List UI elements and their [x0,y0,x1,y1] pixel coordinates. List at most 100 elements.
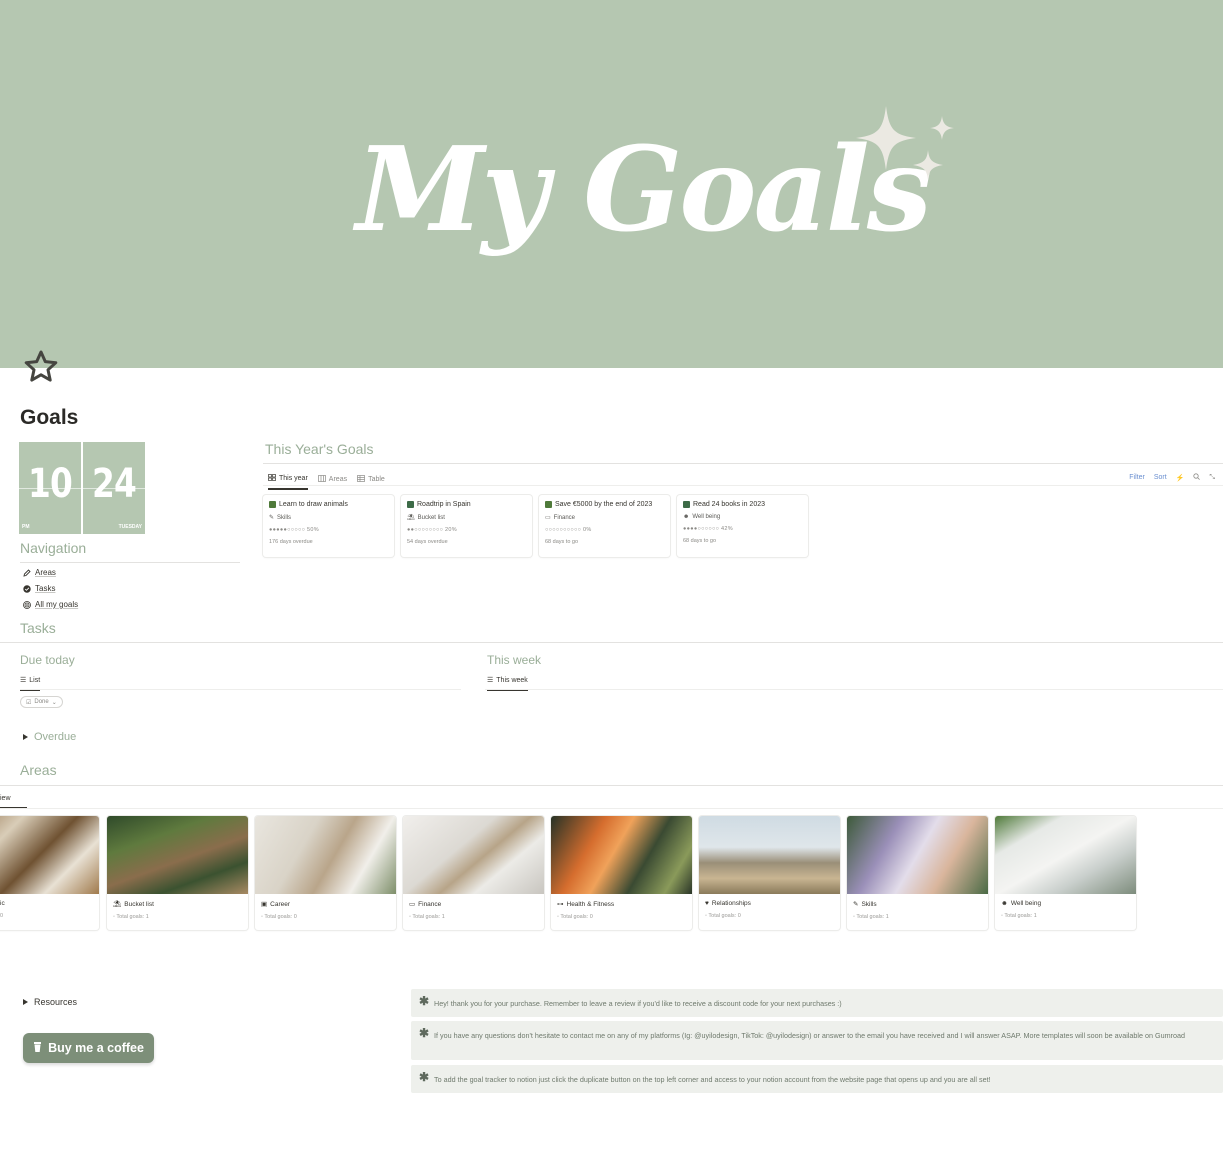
this-week-heading: This week [487,653,542,667]
area-count-row: ◦ Total goals: 0 [261,914,297,920]
navigation-heading: Navigation [20,540,87,556]
nav-item-label: Tasks [35,584,56,593]
map-icon [407,501,414,508]
checkbox-icon: ☑ [26,699,32,706]
goal-card[interactable]: Learn to draw animals ✎ Skills ●●●●●○○○○○… [263,495,394,557]
areas-view-tabs: iew [0,795,27,809]
cover-image: My Goals [0,0,1223,368]
area-count: Total goals: 1 [1004,913,1037,919]
tab-label: List [29,676,41,684]
briefcase-icon: ▣ [261,901,268,908]
overdue-label: Overdue [34,731,77,743]
goal-title: Roadtrip in Spain [417,501,471,508]
cash-icon: ▭ [545,515,551,521]
area-card[interactable]: ic 0 [0,816,99,930]
automation-icon[interactable]: ⚡ [1176,474,1185,482]
goal-progress: ●●○○○○○○○○ 20% [407,527,457,533]
area-card[interactable]: ⛱ Bucket list ◦ Total goals: 1 [107,816,248,930]
page-title: Goals [20,406,79,429]
area-name-row: ⛱ Bucket list [113,900,248,909]
area-count-row: ◦ Total goals: 0 [705,913,741,919]
goals-heading: This Year's Goals [265,441,374,457]
coffee-cup-icon [33,1041,42,1056]
area-name: Well being [1010,900,1042,907]
tab-table[interactable]: Table [357,474,385,490]
divider [0,642,1223,643]
callout-text: If you have any questions don't hesitate… [434,1031,1185,1040]
nav-item-all-goals[interactable]: All my goals [22,600,78,609]
area-card[interactable]: ✎ Skills ◦ Total goals: 1 [847,816,988,930]
goal-area-name: Finance [553,514,576,521]
table-icon [357,475,365,484]
area-cover-image [847,816,988,894]
area-cover-image [0,816,99,894]
chevron-down-icon: ⌄ [51,699,57,706]
nav-item-areas[interactable]: Areas [22,568,56,577]
goal-area-name: Well being [692,514,721,520]
area-count-row: ◦ Total goals: 1 [409,914,445,920]
area-count: Total goals: 1 [856,914,889,920]
area-count: Total goals: 0 [708,913,741,919]
target-icon [22,600,31,609]
goal-title-row: Learn to draw animals [269,501,388,508]
cover-title: My Goals [356,122,932,258]
filter-button[interactable]: Filter [1129,474,1145,481]
goal-area: ☻ Well being [683,514,802,520]
person-icon: ☻ [1001,900,1008,907]
goal-card[interactable]: Roadtrip in Spain ⛱ Bucket list ●●○○○○○○○… [401,495,532,557]
divider [83,488,145,489]
tab-this-year[interactable]: This year [268,474,308,490]
goal-area: ▭ Finance [545,514,664,522]
dumbbell-icon: ⊶ [557,901,564,908]
area-cover-image [699,816,840,894]
goal-card[interactable]: Save €5000 by the end of 2023 ▭ Finance ○… [539,495,670,557]
list-icon: ☰ [20,677,27,684]
buy-coffee-button[interactable]: Buy me a coffee [23,1033,154,1063]
star-outline-icon[interactable] [22,348,60,386]
asterisk-icon: ✱ [419,994,430,1008]
cash-icon: ▭ [409,901,416,908]
search-icon[interactable] [1193,473,1201,482]
view-toolbar: Filter Sort ⚡ ⤡ [1129,473,1215,482]
filter-label: Done [34,699,49,705]
area-count: Total goals: 1 [116,914,149,920]
goal-area: ✎ Skills [269,514,388,522]
overdue-toggle[interactable]: Overdue [23,731,76,743]
nav-item-tasks[interactable]: Tasks [22,584,55,593]
goal-card[interactable]: Read 24 books in 2023 ☻ Well being ●●●●○○… [677,495,808,557]
money-icon [545,501,552,508]
goal-area: ⛱ Bucket list [407,514,526,522]
divider [20,562,240,563]
callout-contact: ✱ If you have any questions don't hesita… [411,1021,1223,1060]
expand-icon[interactable]: ⤡ [1209,474,1215,482]
area-cover-image [551,816,692,894]
hat-icon: ⛱ [407,515,415,521]
area-card[interactable]: ♥ Relationships ◦ Total goals: 0 [699,816,840,930]
goals-view-tabs: This year Areas Table [268,474,385,490]
check-circle-icon [22,584,31,593]
area-card[interactable]: ☻ Well being ◦ Total goals: 1 [995,816,1136,930]
area-card[interactable]: ▣ Career ◦ Total goals: 0 [255,816,396,930]
area-cover-image [255,816,396,894]
heart-icon: ♥ [705,900,709,907]
area-name-row: ▭ Finance [409,900,544,909]
area-name-row: ☻ Well being [1001,900,1136,907]
tab-gallery-view[interactable]: iew [0,795,27,809]
pencil-icon: ✎ [853,901,859,908]
goal-progress: ○○○○○○○○○○ 0% [545,527,592,533]
goal-area-name: Bucket list [417,514,445,521]
tab-areas[interactable]: Areas [317,474,347,490]
goal-title-row: Read 24 books in 2023 [683,501,802,508]
goal-title: Read 24 books in 2023 [693,501,765,508]
area-name: Skills [861,900,877,908]
goal-title-row: Roadtrip in Spain [407,501,526,508]
area-name: Career [270,900,291,908]
area-card[interactable]: ▭ Finance ◦ Total goals: 1 [403,816,544,930]
gallery-icon [268,474,276,483]
calendar-month: 10 [27,461,73,507]
resources-toggle[interactable]: Resources [23,997,77,1007]
sort-button[interactable]: Sort [1154,474,1167,481]
goal-due: 68 days to go [683,538,717,544]
done-filter-pill[interactable]: ☑ Done ⌄ [20,696,63,708]
area-card[interactable]: ⊶ Health & Fitness ◦ Total goals: 0 [551,816,692,930]
